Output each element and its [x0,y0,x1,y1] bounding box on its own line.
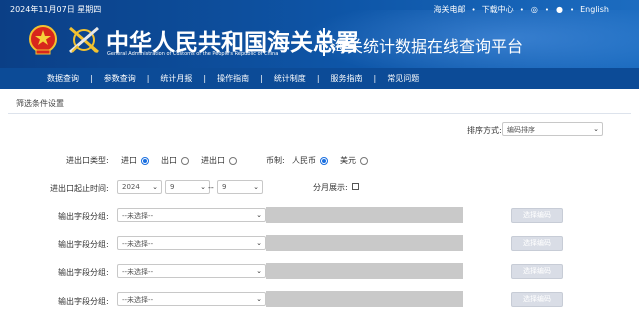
nav-operation-guide[interactable]: 操作指南 [206,73,260,84]
nav-faq[interactable]: 常见问题 [376,73,430,84]
group-code-display-1 [266,207,463,223]
dot-separator: • [519,5,524,14]
monthly-display-checkbox[interactable] [352,183,359,190]
group-select-2[interactable]: --未选择-- ⌄ [117,236,266,250]
period-label: 进出口起止时间: [50,184,109,193]
link-customs-email[interactable]: 海关电邮 [434,4,466,15]
group-code-display-3 [266,263,463,279]
nav-monthly-report[interactable]: 统计月报 [149,73,203,84]
group-code-display-2 [266,235,463,251]
radio-import[interactable] [141,156,149,165]
trade-type-label: 进出口类型: [66,156,109,165]
chevron-down-icon: ⌄ [593,125,599,133]
site-header: 2024年11月07日 星期四 海关电邮 • 下载中心 • ◎ • ● • En… [0,0,639,68]
group-select-4[interactable]: --未选择-- ⌄ [117,292,266,306]
chevron-down-icon: ⌄ [200,183,206,191]
radio-export[interactable] [181,156,189,165]
group-label-1: 输出字段分组: [58,212,109,221]
weibo-icon[interactable]: ◎ [530,5,539,14]
main-nav: 数据查询 | 参数查询 | 统计月报 | 操作指南 | 统计制度 | 服务指南 … [0,68,639,89]
group-select-1[interactable]: --未选择-- ⌄ [117,208,266,222]
chevron-down-icon: ⌄ [256,211,262,219]
section-divider [8,113,631,114]
sort-select-value: 编码排序 [507,126,535,134]
monthly-display-label: 分月展示: [313,183,348,192]
range-separator: -- [208,183,214,192]
group-select-3-value: --未选择-- [122,268,154,276]
group-select-4-value: --未选择-- [122,296,154,304]
chevron-down-icon: ⌄ [256,239,262,247]
group-select-3[interactable]: --未选择-- ⌄ [117,264,266,278]
currency-radios: 人民币 美元 [292,155,368,166]
sort-label: 排序方式: [467,126,502,135]
current-date: 2024年11月07日 星期四 [10,5,102,14]
nav-parameter-query[interactable]: 参数查询 [93,73,147,84]
chevron-down-icon: ⌄ [256,295,262,303]
year-select[interactable]: 2024 ⌄ [117,180,162,194]
link-download-center[interactable]: 下载中心 [482,4,514,15]
dot-separator: • [471,5,476,14]
chevron-down-icon: ⌄ [256,267,262,275]
radio-export-label: 出口 [161,156,177,165]
chevron-down-icon: ⌄ [152,183,158,191]
nav-data-query[interactable]: 数据查询 [36,73,90,84]
national-emblem-icon [29,25,57,55]
customs-badge-icon [69,26,99,54]
select-code-button-2[interactable]: 选择编码 [511,236,563,251]
top-bar: 2024年11月07日 星期四 海关电邮 • 下载中心 • ◎ • ● • En… [0,0,639,18]
wechat-icon[interactable]: ● [555,5,564,14]
radio-import-export-label: 进出口 [201,156,225,165]
link-english[interactable]: English [580,5,609,14]
chevron-down-icon: ⌄ [253,183,259,191]
group-select-2-value: --未选择-- [122,240,154,248]
trade-type-radios: 进口 出口 进出口 [121,155,237,166]
site-title-en: General Administration of Customs of the… [107,51,279,57]
dot-separator: • [569,5,575,14]
title-divider [323,28,325,56]
select-code-button-4[interactable]: 选择编码 [511,292,563,307]
radio-usd-label: 美元 [340,156,356,165]
year-select-value: 2024 [122,183,140,191]
radio-rmb-label: 人民币 [292,156,316,165]
group-label-2: 输出字段分组: [58,240,109,249]
sort-select[interactable]: 编码排序 ⌄ [502,122,603,136]
radio-import-export[interactable] [229,156,237,165]
group-code-display-4 [266,291,463,307]
group-label-3: 输出字段分组: [58,268,109,277]
month-start-value: 9 [170,183,175,191]
radio-rmb[interactable] [320,156,328,165]
select-code-button-3[interactable]: 选择编码 [511,264,563,279]
group-select-1-value: --未选择-- [122,212,154,220]
filter-section-title: 筛选条件设置 [16,99,64,108]
radio-import-label: 进口 [121,156,137,165]
nav-service-guide[interactable]: 服务指南 [320,73,374,84]
group-label-4: 输出字段分组: [58,297,109,306]
month-end-value: 9 [222,183,227,191]
top-links: 海关电邮 • 下载中心 • ◎ • ● • English [434,4,609,15]
currency-label: 币制: [266,156,285,165]
dot-separator: • [544,5,549,14]
month-start-select[interactable]: 9 ⌄ [165,180,210,194]
platform-title: 海关统计数据在线查询平台 [331,37,524,56]
month-end-select[interactable]: 9 ⌄ [217,180,263,194]
select-code-button-1[interactable]: 选择编码 [511,208,563,223]
radio-usd[interactable] [360,156,368,165]
nav-statistics-system[interactable]: 统计制度 [263,73,317,84]
